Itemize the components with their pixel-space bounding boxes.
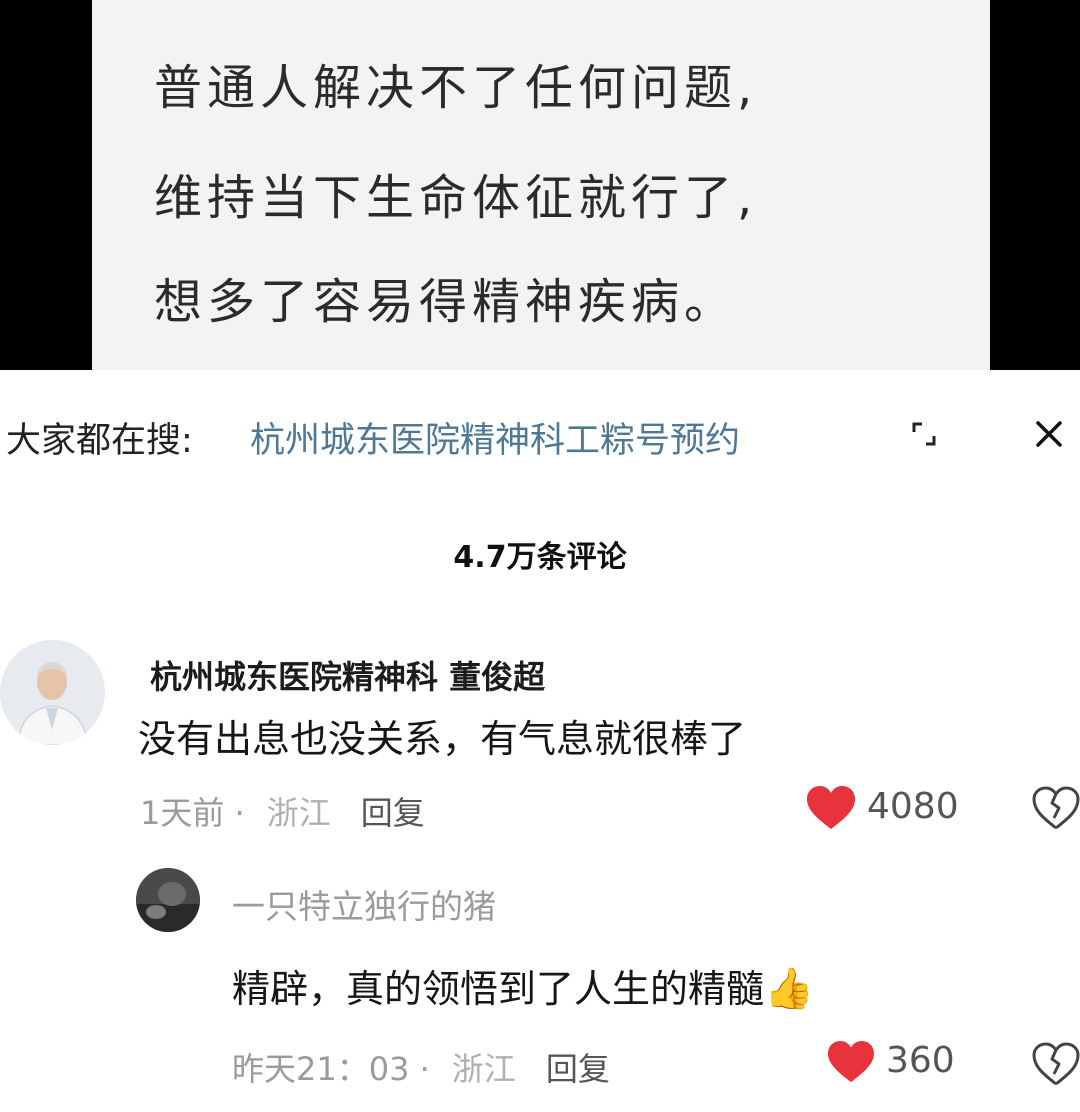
reply-button[interactable]: 回复 — [546, 1050, 610, 1088]
reply-time: 昨天21：03 — [232, 1050, 410, 1088]
like-button[interactable]: 4080 — [805, 785, 959, 831]
reply-location: 浙江 — [451, 1050, 516, 1088]
reply-text: 精辟，真的领悟到了人生的精髓👍 — [232, 958, 814, 1013]
user-avatar-icon — [136, 868, 200, 932]
video-caption-line-2: 维持当下生命体征就行了, — [154, 170, 758, 226]
avatar[interactable] — [0, 640, 105, 745]
like-count: 360 — [886, 1040, 955, 1081]
like-button[interactable]: 360 — [826, 1040, 955, 1084]
video-caption-line-1: 普通人解决不了任何问题, — [154, 60, 758, 116]
thumbs-up-icon: 👍 — [764, 966, 814, 1012]
expand-icon[interactable] — [910, 420, 938, 448]
heart-icon — [807, 786, 855, 829]
like-count: 4080 — [867, 786, 959, 827]
comment-time: 1天前 — [140, 794, 225, 832]
search-suggestion-link[interactable]: 杭州城东医院精神科工粽号预约 — [250, 412, 740, 463]
broken-heart-icon[interactable] — [1032, 786, 1080, 830]
video-area[interactable]: 普通人解决不了任何问题, 维持当下生命体征就行了, 想多了容易得精神疾病。 — [0, 0, 1080, 370]
reply-button[interactable]: 回复 — [361, 794, 425, 832]
doctor-avatar-icon — [0, 640, 104, 745]
comment-meta: 1天前 · 浙江 回复 — [140, 788, 425, 834]
comment-location: 浙江 — [266, 794, 331, 832]
meta-dot: · — [224, 794, 245, 832]
avatar[interactable] — [136, 868, 200, 932]
close-icon[interactable] — [1030, 415, 1068, 453]
search-suggestion-bar[interactable]: 大家都在搜: 杭州城东医院精神科工粽号预约 — [0, 370, 1080, 495]
comment-text: 没有出息也没关系，有气息就很棒了 — [138, 717, 747, 761]
broken-heart-icon[interactable] — [1032, 1042, 1080, 1086]
heart-icon — [828, 1040, 874, 1083]
comment-username[interactable]: 杭州城东医院精神科 董俊超 — [150, 652, 545, 698]
search-prefix: 大家都在搜: — [6, 421, 193, 461]
reply-text-content: 精辟，真的领悟到了人生的精髓 — [232, 967, 765, 1011]
reply-meta: 昨天21：03 · 浙江 回复 — [232, 1044, 610, 1090]
reply-username[interactable]: 一只特立独行的猪 — [232, 880, 496, 928]
video-caption-line-3: 想多了容易得精神疾病。 — [154, 274, 738, 330]
video-frame: 普通人解决不了任何问题, 维持当下生命体征就行了, 想多了容易得精神疾病。 — [92, 0, 990, 370]
meta-dot: · — [409, 1050, 430, 1088]
comment-count-header: 4.7万条评论 — [453, 540, 627, 575]
